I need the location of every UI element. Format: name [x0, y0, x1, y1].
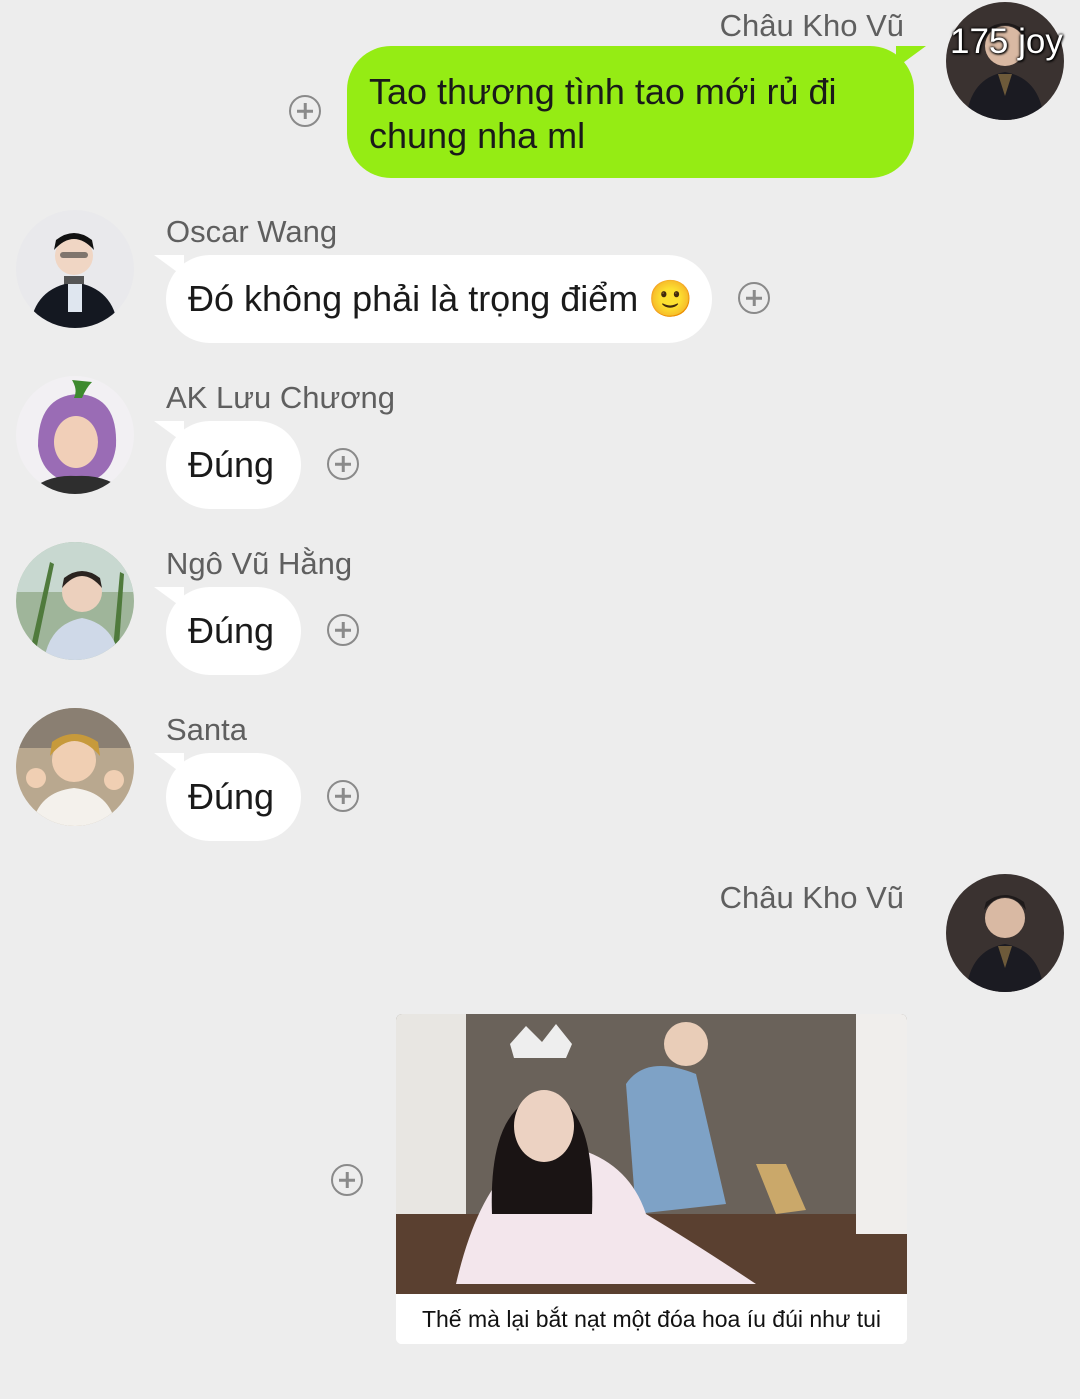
avatar[interactable] — [16, 376, 134, 494]
sender-name: AK Lưu Chương — [166, 380, 396, 415]
message-bubble[interactable]: Đúng — [154, 753, 301, 841]
message-bubble[interactable]: Đúng — [154, 587, 301, 675]
avatar[interactable] — [16, 210, 134, 328]
sender-name: Châu Kho Vũ — [719, 8, 904, 43]
plus-circle-icon[interactable] — [327, 780, 359, 812]
message-text: Tao thương tình tao mới rủ đi chung nha … — [369, 71, 837, 156]
sender-name: Châu Kho Vũ — [719, 880, 904, 915]
message-text: Đúng — [188, 444, 275, 485]
avatar[interactable] — [946, 874, 1064, 992]
avatar[interactable] — [16, 708, 134, 826]
plus-circle-icon[interactable] — [289, 95, 321, 127]
message-text: Đúng — [188, 610, 275, 651]
message-bubble[interactable]: Đó không phải là trọng điểm 🙂 — [154, 255, 712, 343]
plus-circle-icon[interactable] — [327, 614, 359, 646]
avatar-badge: 175 joy — [950, 22, 1063, 61]
plus-circle-icon[interactable] — [327, 448, 359, 480]
plus-circle-icon[interactable] — [738, 282, 770, 314]
sender-name: Oscar Wang — [166, 214, 338, 249]
sender-name: Ngô Vũ Hằng — [166, 546, 353, 581]
message-bubble[interactable]: Tao thương tình tao mới rủ đi chung nha … — [347, 46, 926, 178]
avatar[interactable] — [16, 542, 134, 660]
plus-circle-icon[interactable] — [331, 1164, 363, 1196]
sender-name: Santa — [166, 712, 248, 747]
message-text: Đó không phải là trọng điểm 🙂 — [188, 278, 694, 319]
image-caption: Thế mà lại bắt nạt một đóa hoa íu đúi nh… — [396, 1294, 907, 1344]
message-bubble[interactable]: Đúng — [154, 421, 301, 509]
image-message[interactable]: Thế mà lại bắt nạt một đóa hoa íu đúi nh… — [396, 1014, 907, 1344]
meme-photo — [396, 1014, 907, 1294]
message-text: Đúng — [188, 776, 275, 817]
